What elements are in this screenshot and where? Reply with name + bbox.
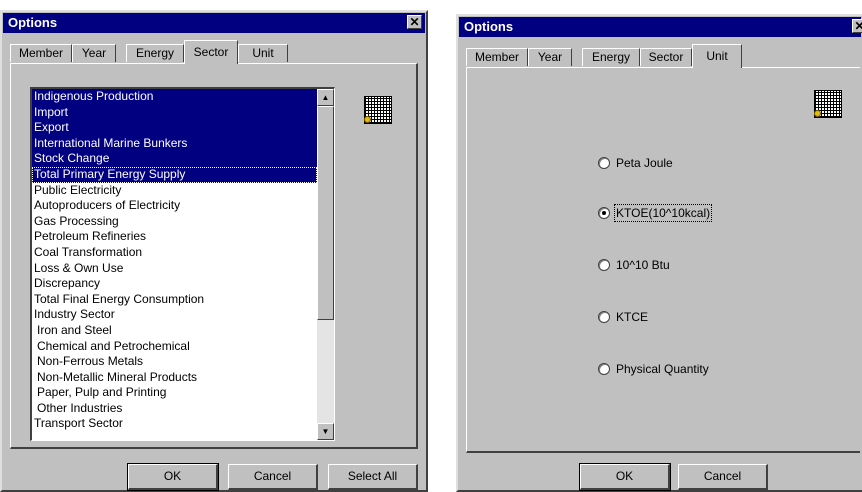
select-all-label: Select All	[347, 469, 398, 483]
unit-option[interactable]: KTCE	[598, 308, 648, 324]
dialog-title: Options	[464, 19, 514, 34]
tab-energy[interactable]: Energy	[126, 44, 184, 62]
tab-unit[interactable]: Unit	[692, 44, 742, 68]
list-item[interactable]: Import	[32, 104, 317, 121]
unit-option[interactable]: Physical Quantity	[598, 360, 709, 376]
sector-list: Indigenous Production Import Export Interna…	[32, 89, 334, 432]
tab-sector[interactable]: Sector	[184, 40, 238, 64]
scroll-down-icon[interactable]: ▼	[317, 423, 334, 440]
list-item[interactable]: Non-Ferrous Metals	[32, 354, 317, 370]
vertical-scrollbar[interactable]: ▲ ▼	[317, 89, 334, 440]
list-item[interactable]: Export	[32, 120, 317, 136]
radio-button[interactable]	[598, 362, 610, 375]
options-dialog-unit: Options ✕ Member Year Energy Sector Unit…	[456, 14, 862, 492]
tab-member[interactable]: Member	[10, 44, 72, 62]
unit-option[interactable]: 10^10 Btu	[598, 256, 670, 272]
title-bar: Options ✕	[3, 13, 425, 33]
list-item[interactable]: Autoproducers of Electricity	[32, 198, 317, 214]
list-item[interactable]: Gas Processing	[32, 214, 317, 230]
title-bar: Options ✕	[459, 17, 862, 37]
list-item[interactable]: Indigenous Production	[32, 89, 317, 105]
dialog-title: Options	[8, 15, 58, 30]
grid-icon-marker	[364, 116, 371, 123]
list-item[interactable]: Transport Sector	[32, 416, 317, 432]
options-dialog-sector: Options ✕ Member Year Energy Sector Unit…	[0, 10, 428, 492]
unit-option-label: KTOE(10^10kcal)	[613, 203, 713, 222]
list-item[interactable]: Stock Change	[32, 151, 317, 167]
list-item[interactable]: Loss & Own Use	[32, 261, 317, 277]
list-item[interactable]: International Marine Bunkers	[32, 135, 317, 152]
list-item[interactable]: Petroleum Refineries	[32, 229, 317, 245]
unit-option[interactable]: KTOE(10^10kcal)	[598, 203, 713, 222]
list-item[interactable]: Coal Transformation	[32, 245, 317, 261]
tab-year[interactable]: Year	[528, 48, 572, 66]
list-item[interactable]: Total Primary Energy Supply	[32, 166, 317, 183]
unit-option-label: KTCE	[616, 309, 649, 324]
radio-button[interactable]	[598, 310, 610, 323]
sector-listbox[interactable]: Indigenous Production Import Export Interna…	[30, 87, 335, 441]
close-icon[interactable]: ✕	[407, 15, 422, 29]
tab-sector[interactable]: Sector	[640, 48, 692, 66]
unit-option-label: Peta Joule	[616, 155, 673, 170]
close-icon[interactable]: ✕	[852, 19, 862, 33]
list-item[interactable]: Paper, Pulp and Printing	[32, 385, 317, 401]
scroll-thumb[interactable]	[317, 106, 334, 320]
list-item[interactable]: Chemical and Petrochemical	[32, 339, 317, 355]
cancel-button[interactable]: Cancel	[678, 464, 768, 490]
list-item[interactable]: Discrepancy	[32, 276, 317, 292]
tab-year[interactable]: Year	[72, 44, 116, 62]
ok-button[interactable]: OK	[127, 463, 219, 491]
unit-option[interactable]: Peta Joule	[598, 154, 673, 170]
select-all-button[interactable]: Select All	[328, 464, 418, 490]
grid-icon-marker	[814, 110, 821, 117]
list-item[interactable]: Total Final Energy Consumption	[32, 292, 317, 308]
tab-member[interactable]: Member	[466, 48, 528, 66]
list-item[interactable]: Public Electricity	[32, 183, 317, 199]
list-item[interactable]: Iron and Steel	[32, 323, 317, 339]
unit-option-label: Physical Quantity	[616, 361, 709, 376]
scroll-up-icon[interactable]: ▲	[317, 89, 334, 106]
radio-button[interactable]	[598, 206, 610, 219]
list-item[interactable]: Other Industries	[32, 401, 317, 417]
tab-unit[interactable]: Unit	[238, 44, 288, 62]
cancel-button[interactable]: Cancel	[228, 464, 318, 490]
radio-button[interactable]	[598, 258, 610, 271]
tab-energy[interactable]: Energy	[582, 48, 640, 66]
list-item[interactable]: Industry Sector	[32, 307, 317, 323]
ok-button[interactable]: OK	[579, 463, 671, 491]
list-item[interactable]: Non-Metallic Mineral Products	[32, 370, 317, 386]
radio-button[interactable]	[598, 156, 610, 169]
unit-option-label: 10^10 Btu	[616, 257, 670, 272]
